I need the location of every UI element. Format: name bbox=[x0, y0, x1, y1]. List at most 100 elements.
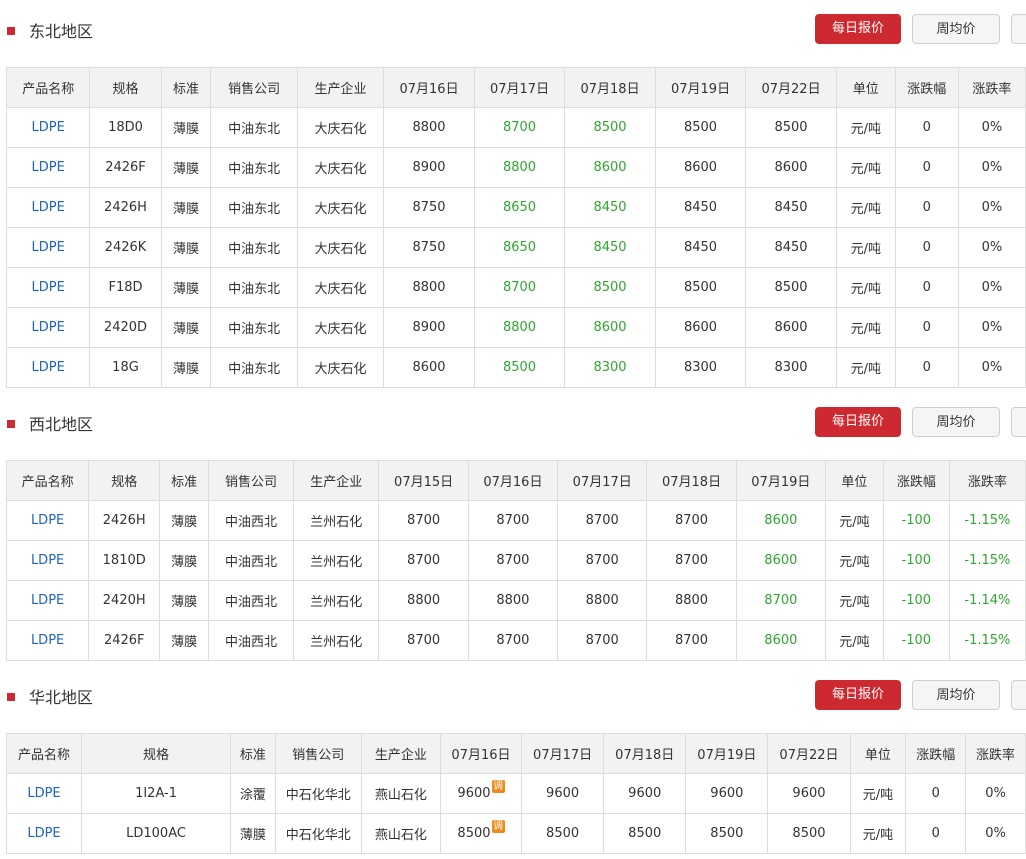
cell-value: 8900 bbox=[412, 320, 446, 335]
cell-value: 薄膜 bbox=[172, 242, 199, 257]
table-cell: 大庆石化 bbox=[296, 147, 385, 188]
weekly-average-button[interactable]: 周均价 bbox=[912, 680, 1000, 710]
table-cell: 8600 bbox=[745, 307, 837, 348]
product-cell: LDPE bbox=[5, 580, 90, 621]
table-cell: 8500 调 bbox=[439, 813, 523, 854]
cell-value: 8450 bbox=[683, 240, 718, 255]
daily-quote-button[interactable]: 每日报价 bbox=[815, 407, 901, 437]
table-cell: 兰州石化 bbox=[293, 620, 380, 661]
table-cell: 8700 bbox=[467, 620, 559, 661]
cell-value: 8700 bbox=[496, 553, 530, 568]
product-link[interactable]: LDPE bbox=[32, 320, 65, 335]
table-cell: 元/吨 bbox=[835, 267, 896, 308]
cell-value: 0% bbox=[985, 786, 1006, 801]
cell-value: 8700 bbox=[496, 633, 530, 648]
cell-value: 8700 bbox=[585, 633, 619, 648]
table-cell: F18D bbox=[89, 267, 162, 308]
table-cell: 2426H bbox=[88, 500, 161, 541]
cell-value: 8700 bbox=[407, 513, 441, 528]
price-table: 产品名称 规格 标准 销售公司 生产企业 07月16日 07月17日 07月18日 07月19日… bbox=[5, 67, 1026, 388]
table-cell: 9600 调 bbox=[439, 773, 523, 814]
cell-value: 9600 bbox=[628, 786, 662, 801]
table-row: LDPE 18G 薄膜 中油东北 大庆石化 8600 8500 8300 8300 8300 元/吨… bbox=[5, 347, 1026, 388]
table-row: LDPE LD100AC 薄膜 中石化华北 燕山石化 8500 调 8500 8500 8500 8… bbox=[5, 813, 1026, 854]
cell-value: 元/吨 bbox=[839, 555, 870, 570]
table-cell: 中油西北 bbox=[207, 500, 295, 541]
daily-quote-button[interactable]: 每日报价 bbox=[815, 680, 901, 710]
product-link[interactable]: LDPE bbox=[32, 120, 65, 135]
cell-value: 8800 bbox=[674, 593, 709, 608]
table-cell: 薄膜 bbox=[159, 500, 209, 541]
cell-value: 8500 bbox=[546, 826, 580, 841]
table-cell: 8650 bbox=[473, 227, 566, 268]
cell-value: 8500 bbox=[502, 360, 537, 375]
table-cell: 元/吨 bbox=[825, 620, 884, 661]
table-cell: 8700 bbox=[646, 620, 737, 661]
daily-quote-button[interactable]: 每日报价 bbox=[815, 14, 901, 44]
section-northwest: 西北地区 每日报价 周均价 产品名称 规格 标准 销售公司 生产企业 07月15日 07月1… bbox=[0, 393, 1026, 663]
cell-value: 中油东北 bbox=[228, 202, 281, 217]
table-cell: 8800 bbox=[383, 107, 475, 148]
table-cell: 中石化华北 bbox=[274, 813, 362, 854]
column-header: 07月22日 bbox=[767, 733, 851, 774]
weekly-average-button[interactable]: 周均价 bbox=[912, 407, 1000, 437]
section-marker bbox=[7, 693, 15, 701]
product-cell: LDPE bbox=[5, 147, 91, 188]
weekly-average-button[interactable]: 周均价 bbox=[912, 14, 1000, 44]
cell-value: 中油东北 bbox=[228, 282, 281, 297]
product-link[interactable]: LDPE bbox=[31, 513, 64, 528]
product-link[interactable]: LDPE bbox=[31, 633, 64, 648]
more-button[interactable] bbox=[1011, 680, 1026, 710]
cell-value: 0 bbox=[922, 240, 931, 255]
table-cell: 8700 bbox=[646, 540, 737, 581]
product-link[interactable]: LDPE bbox=[32, 360, 65, 375]
product-link[interactable]: LDPE bbox=[27, 786, 60, 801]
product-link[interactable]: LDPE bbox=[32, 280, 65, 295]
table-cell: 8600 bbox=[735, 540, 827, 581]
column-header: 07月16日 bbox=[467, 460, 559, 501]
product-link[interactable]: LDPE bbox=[32, 200, 65, 215]
cell-value: 薄膜 bbox=[172, 362, 199, 377]
product-cell: LDPE bbox=[5, 307, 91, 348]
cell-value: 中油西北 bbox=[225, 595, 278, 610]
product-link[interactable]: LDPE bbox=[32, 240, 65, 255]
cell-value: 0 bbox=[922, 120, 931, 135]
table-cell: 元/吨 bbox=[849, 773, 907, 814]
table-cell: 8750 bbox=[383, 187, 475, 228]
table-cell: 9600 bbox=[521, 773, 605, 814]
table-cell: 0% bbox=[965, 813, 1026, 854]
cell-value: 2420H bbox=[102, 593, 146, 608]
cell-value: 元/吨 bbox=[839, 595, 870, 610]
cell-value: 元/吨 bbox=[850, 242, 881, 257]
cell-value: -1.14% bbox=[964, 593, 1011, 608]
table-cell: 18D0 bbox=[89, 107, 162, 148]
cell-value: 8600 bbox=[774, 160, 808, 175]
product-link[interactable]: LDPE bbox=[32, 160, 65, 175]
cell-value: 8700 bbox=[496, 513, 530, 528]
more-button[interactable] bbox=[1011, 407, 1026, 437]
column-header: 生产企业 bbox=[293, 460, 380, 501]
table-cell: 8600 bbox=[564, 147, 656, 188]
table-cell: -100 bbox=[882, 500, 950, 541]
table-cell: -100 bbox=[882, 580, 950, 621]
product-link[interactable]: LDPE bbox=[31, 593, 64, 608]
product-link[interactable]: LDPE bbox=[31, 553, 64, 568]
cell-value: 元/吨 bbox=[850, 202, 881, 217]
table-cell: 2426H bbox=[89, 187, 162, 228]
table-row: LDPE 2420H 薄膜 中油西北 兰州石化 8800 8800 8800 8800 8700 元… bbox=[5, 580, 1026, 621]
section-header: 西北地区 每日报价 周均价 bbox=[0, 393, 1026, 437]
table-cell: -1.15% bbox=[948, 500, 1026, 541]
table-cell: -1.14% bbox=[948, 580, 1026, 621]
product-cell: LDPE bbox=[5, 347, 91, 388]
cell-value: 8300 bbox=[683, 360, 718, 375]
cell-value: 薄膜 bbox=[172, 322, 199, 337]
cell-value: 8450 bbox=[683, 200, 718, 215]
table-cell: 0 bbox=[905, 813, 967, 854]
cell-value: 8450 bbox=[774, 240, 808, 255]
table-cell: 大庆石化 bbox=[296, 227, 385, 268]
product-link[interactable]: LDPE bbox=[27, 826, 60, 841]
more-button[interactable] bbox=[1011, 14, 1026, 44]
table-cell: 1810D bbox=[88, 540, 161, 581]
table-cell: 8450 bbox=[564, 187, 656, 228]
cell-value: 中油东北 bbox=[228, 322, 281, 337]
